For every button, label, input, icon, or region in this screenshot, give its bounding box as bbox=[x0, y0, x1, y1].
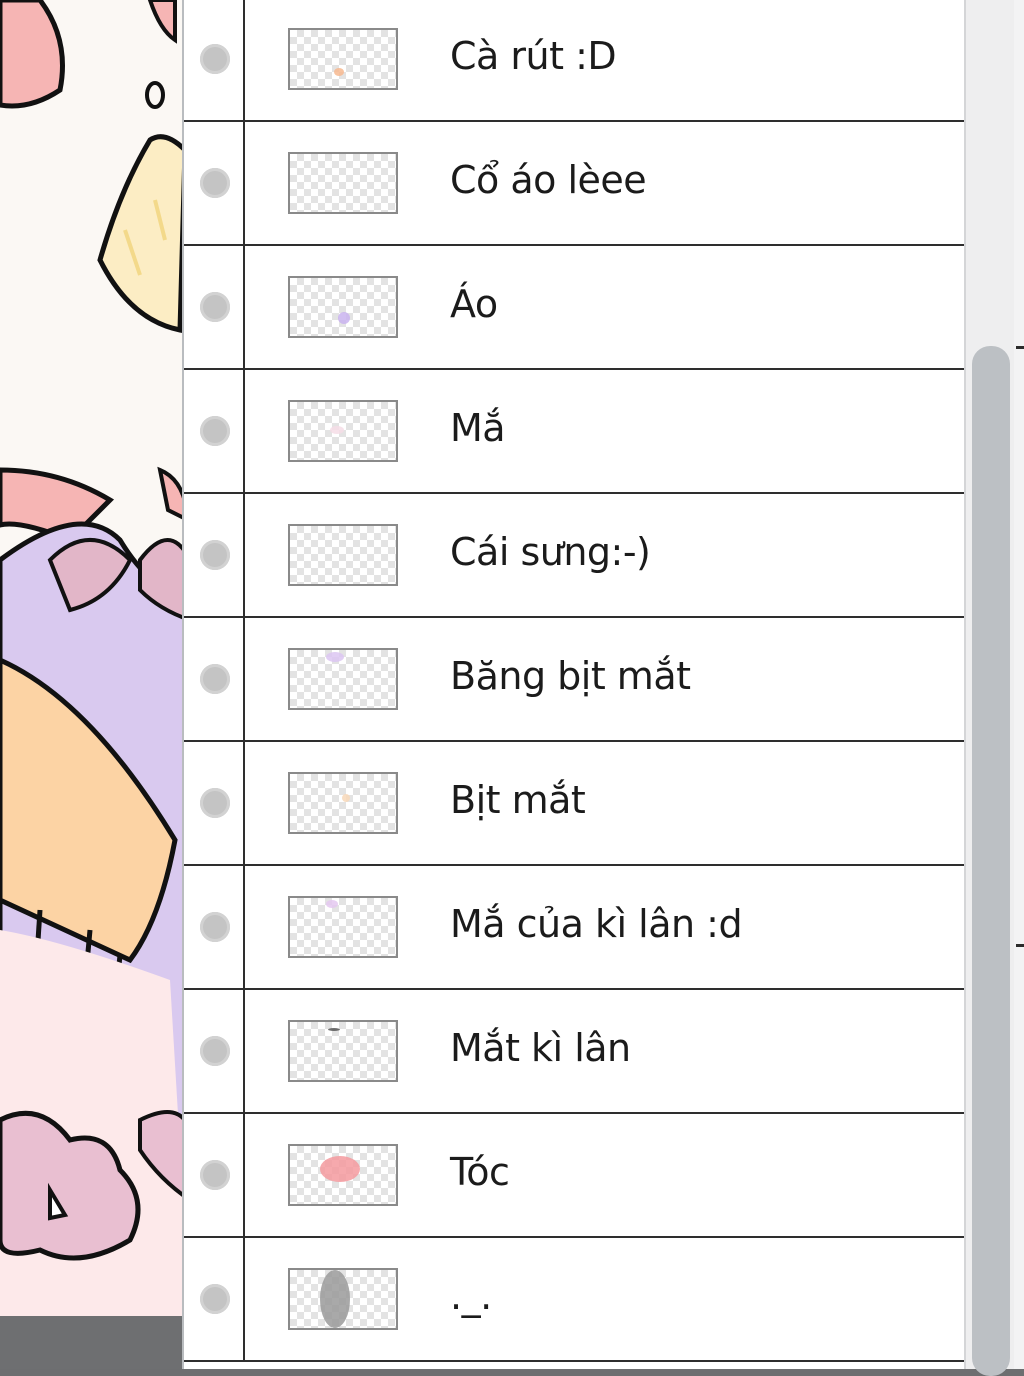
thumbnail-content bbox=[320, 1270, 350, 1328]
visibility-column bbox=[184, 866, 245, 988]
layer-name[interactable]: Tóc bbox=[450, 1150, 510, 1194]
visibility-column bbox=[184, 122, 245, 244]
thumbnail-content bbox=[338, 312, 350, 324]
layer-row[interactable]: Tóc bbox=[184, 1114, 964, 1238]
visibility-toggle-icon[interactable] bbox=[200, 416, 230, 446]
visibility-toggle-icon[interactable] bbox=[200, 292, 230, 322]
visibility-column bbox=[184, 246, 245, 368]
right-panel-edge bbox=[1014, 0, 1024, 1369]
visibility-toggle-icon[interactable] bbox=[200, 664, 230, 694]
layer-thumbnail bbox=[288, 1144, 398, 1206]
panel-edge-mark bbox=[1016, 944, 1024, 947]
layer-thumbnail bbox=[288, 896, 398, 958]
visibility-column bbox=[184, 990, 245, 1112]
layer-name[interactable]: Mắ bbox=[450, 406, 506, 450]
layer-thumbnail bbox=[288, 1268, 398, 1330]
panel-edge-mark bbox=[1016, 346, 1024, 349]
visibility-column bbox=[184, 742, 245, 864]
layer-row[interactable]: Mắ của kì lân :d bbox=[184, 866, 964, 990]
thumbnail-content bbox=[326, 652, 344, 662]
visibility-column bbox=[184, 0, 245, 120]
layer-name[interactable]: Băng bịt mắt bbox=[450, 654, 691, 698]
layer-panel: Cà rút :D Cổ áo lèee Áo Mắ Cái sưng:-) B… bbox=[182, 0, 964, 1369]
visibility-column bbox=[184, 494, 245, 616]
layer-thumbnail bbox=[288, 772, 398, 834]
layer-name[interactable]: Bịt mắt bbox=[450, 778, 586, 822]
layer-panel-scrollbar[interactable] bbox=[964, 0, 1016, 1376]
layer-row[interactable]: Bịt mắt bbox=[184, 742, 964, 866]
visibility-column bbox=[184, 1114, 245, 1236]
visibility-column bbox=[184, 370, 245, 492]
layer-thumbnail bbox=[288, 276, 398, 338]
canvas-artwork bbox=[0, 0, 190, 1316]
visibility-toggle-icon[interactable] bbox=[200, 1036, 230, 1066]
scrollbar-thumb[interactable] bbox=[972, 346, 1010, 1376]
visibility-toggle-icon[interactable] bbox=[200, 540, 230, 570]
layer-name[interactable]: Cổ áo lèee bbox=[450, 158, 647, 202]
layer-thumbnail bbox=[288, 648, 398, 710]
visibility-toggle-icon[interactable] bbox=[200, 912, 230, 942]
visibility-toggle-icon[interactable] bbox=[200, 1284, 230, 1314]
drawing-canvas[interactable] bbox=[0, 0, 190, 1316]
thumbnail-content bbox=[342, 794, 350, 802]
layer-thumbnail bbox=[288, 1020, 398, 1082]
layer-row[interactable]: Cổ áo lèee bbox=[184, 122, 964, 246]
visibility-toggle-icon[interactable] bbox=[200, 1160, 230, 1190]
layer-row[interactable]: Áo bbox=[184, 246, 964, 370]
layer-row[interactable]: Mắt kì lân bbox=[184, 990, 964, 1114]
layer-name[interactable]: Áo bbox=[450, 282, 498, 326]
thumbnail-content bbox=[328, 1028, 340, 1031]
layer-row[interactable]: ._. bbox=[184, 1238, 964, 1362]
thumbnail-content bbox=[326, 900, 338, 908]
visibility-toggle-icon[interactable] bbox=[200, 44, 230, 74]
thumbnail-content bbox=[334, 68, 344, 76]
layer-thumbnail bbox=[288, 152, 398, 214]
layer-thumbnail bbox=[288, 400, 398, 462]
layer-thumbnail bbox=[288, 524, 398, 586]
visibility-column bbox=[184, 1238, 245, 1360]
layer-row[interactable]: Mắ bbox=[184, 370, 964, 494]
layer-name[interactable]: Cà rút :D bbox=[450, 34, 617, 78]
thumbnail-content bbox=[320, 1156, 360, 1182]
layer-row[interactable]: Cái sưng:-) bbox=[184, 494, 964, 618]
visibility-toggle-icon[interactable] bbox=[200, 168, 230, 198]
layer-name[interactable]: Mắ của kì lân :d bbox=[450, 902, 743, 946]
layer-name[interactable]: ._. bbox=[450, 1274, 492, 1318]
layer-name[interactable]: Cái sưng:-) bbox=[450, 530, 651, 574]
layer-row[interactable]: Băng bịt mắt bbox=[184, 618, 964, 742]
canvas-bottom-bar bbox=[0, 1316, 190, 1369]
layer-row[interactable]: Cà rút :D bbox=[184, 0, 964, 122]
visibility-toggle-icon[interactable] bbox=[200, 788, 230, 818]
layer-thumbnail bbox=[288, 28, 398, 90]
layer-name[interactable]: Mắt kì lân bbox=[450, 1026, 631, 1070]
visibility-column bbox=[184, 618, 245, 740]
thumbnail-content bbox=[330, 426, 344, 434]
